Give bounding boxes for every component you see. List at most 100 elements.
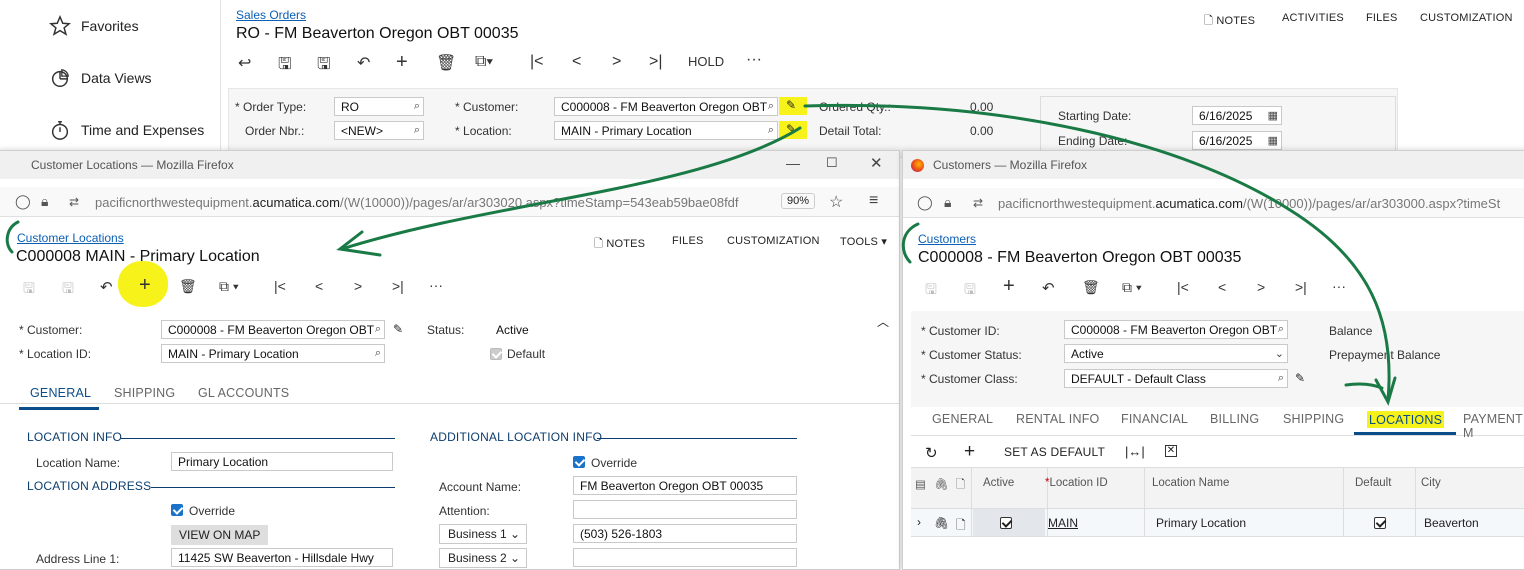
add-icon[interactable]: + (1003, 275, 1015, 298)
customer-class-field[interactable]: DEFAULT - Default Class ⌕ (1064, 369, 1288, 388)
tab-shipping[interactable]: SHIPPING (1283, 412, 1344, 426)
view-on-map-button[interactable]: VIEW ON MAP (171, 525, 269, 545)
location-id-field[interactable]: MAIN - Primary Location ⌕ (161, 344, 385, 363)
bookmark-star-icon[interactable]: ☆ (829, 192, 843, 212)
first-icon[interactable]: |< (274, 278, 286, 294)
attachment-icon[interactable]: 🖇 (934, 516, 949, 530)
prev-icon[interactable]: < (315, 278, 323, 294)
save-icon[interactable]: 🖫 (62, 278, 74, 302)
export-excel-icon[interactable]: ✕ (1165, 445, 1177, 457)
save-icon[interactable]: 🖫 (317, 53, 331, 80)
last-icon[interactable]: >| (649, 53, 663, 71)
save-close-icon[interactable]: 🖫 (925, 279, 937, 303)
notes-link[interactable]: 🗋 NOTES (1204, 12, 1255, 31)
tab-locations[interactable]: LOCATIONS (1369, 413, 1442, 427)
business2-select[interactable]: Business 2 ⌄ (439, 548, 527, 568)
nav-data-views[interactable]: Data Views (49, 67, 152, 89)
breadcrumb-sales-orders[interactable]: Sales Orders (236, 8, 306, 22)
close-icon[interactable]: ✕ (870, 154, 883, 172)
activities-link[interactable]: ACTIVITIES (1282, 12, 1344, 24)
col-default[interactable]: Default (1355, 477, 1391, 489)
zoom-badge[interactable]: 90% (781, 193, 816, 209)
customer-id-field[interactable]: C000008 - FM Beaverton Oregon OBT ⌕ (1064, 320, 1288, 339)
ending-date-field[interactable]: 6/16/2025 ▦ (1192, 131, 1282, 150)
location-name-field[interactable]: Primary Location (171, 452, 393, 471)
note-icon[interactable]: 🗋 (956, 516, 966, 537)
hold-button[interactable]: HOLD (688, 54, 724, 69)
address-override-checkbox[interactable] (171, 504, 183, 516)
expand-row-icon[interactable]: › (917, 515, 921, 529)
undo-icon[interactable]: ↶ (1042, 279, 1055, 297)
minimize-icon[interactable]: — (786, 155, 800, 171)
copy-paste-icon[interactable]: ⧉ ▾ (219, 278, 239, 295)
prev-icon[interactable]: < (572, 53, 581, 71)
customer-field[interactable]: C000008 - FM Beaverton Oregon OBT ⌕ (161, 320, 385, 339)
account-name-field[interactable]: FM Beaverton Oregon OBT 00035 (573, 476, 797, 495)
customization-link[interactable]: CUSTOMIZATION (727, 235, 820, 247)
collapse-icon[interactable]: ︿ (877, 313, 889, 330)
tab-gl-accounts[interactable]: GL ACCOUNTS (198, 386, 289, 400)
address-line1-field[interactable]: 11425 SW Beaverton - Hillsdale Hwy (171, 548, 393, 567)
files-link[interactable]: FILES (672, 235, 704, 247)
back-icon[interactable]: ↩ (238, 53, 251, 73)
notes-link[interactable]: 🗋 NOTES (594, 235, 645, 254)
tab-financial[interactable]: FINANCIAL (1121, 412, 1188, 426)
breadcrumb-customer-locations[interactable]: Customer Locations (17, 231, 124, 245)
tab-general[interactable]: GENERAL (932, 412, 993, 426)
customization-link[interactable]: CUSTOMIZATION (1420, 12, 1513, 24)
prev-icon[interactable]: < (1218, 279, 1226, 295)
save-close-icon[interactable]: 🖫 (23, 278, 35, 302)
last-icon[interactable]: >| (392, 278, 404, 294)
order-type-field[interactable]: RO ⌕ (334, 97, 424, 116)
last-icon[interactable]: >| (1295, 279, 1307, 295)
delete-icon[interactable]: 🗑 (1082, 279, 1100, 296)
files-link[interactable]: FILES (1366, 12, 1398, 24)
tab-shipping[interactable]: SHIPPING (114, 386, 175, 400)
first-icon[interactable]: |< (530, 53, 544, 71)
phone2-field[interactable] (573, 548, 797, 567)
edit-location-icon[interactable]: ✎ (786, 122, 796, 136)
edit-customer-icon[interactable]: ✎ (786, 98, 796, 112)
tab-billing[interactable]: BILLING (1210, 412, 1259, 426)
delete-icon[interactable]: 🗑 (436, 53, 456, 73)
undo-icon[interactable]: ↶ (357, 53, 370, 73)
copy-paste-icon[interactable]: ⧉ ▾ (1122, 279, 1142, 296)
tools-link[interactable]: TOOLS ▾ (840, 235, 887, 248)
fit-columns-icon[interactable]: |↔| (1125, 444, 1145, 459)
attention-field[interactable] (573, 500, 797, 519)
edit-class-icon[interactable]: ✎ (1295, 371, 1305, 385)
location-field[interactable]: MAIN - Primary Location ⌕ (554, 121, 778, 140)
copy-paste-icon[interactable]: ⧉▾ (475, 53, 493, 71)
col-location-id[interactable]: *Location ID (1045, 477, 1108, 489)
phone1-field[interactable]: (503) 526-1803 (573, 524, 797, 543)
maximize-icon[interactable]: ☐ (826, 155, 838, 171)
order-nbr-field[interactable]: <NEW> ⌕ (334, 121, 424, 140)
save-close-icon[interactable]: 🖫 (278, 53, 292, 80)
tab-general[interactable]: GENERAL (30, 386, 91, 400)
active-checkbox[interactable] (1000, 517, 1012, 529)
default-checkbox[interactable] (490, 348, 502, 360)
col-city[interactable]: City (1421, 477, 1441, 489)
starting-date-field[interactable]: 6/16/2025 ▦ (1192, 106, 1282, 125)
edit-customer-icon[interactable]: ✎ (393, 322, 403, 336)
refresh-icon[interactable]: ↻ (925, 444, 938, 462)
url-text[interactable]: pacificnorthwestequipment.acumatica.com/… (95, 195, 775, 210)
location-id-link[interactable]: MAIN (1048, 516, 1078, 530)
col-location-name[interactable]: Location Name (1152, 477, 1229, 489)
add-icon[interactable]: + (396, 51, 408, 74)
tab-payment-methods[interactable]: PAYMENT M (1463, 412, 1524, 440)
more-icon[interactable]: ··· (429, 277, 443, 293)
more-icon[interactable]: ··· (1332, 278, 1346, 294)
default-checkbox[interactable] (1374, 517, 1386, 529)
set-as-default-button[interactable]: SET AS DEFAULT (1004, 445, 1105, 459)
business1-select[interactable]: Business 1 ⌄ (439, 524, 527, 544)
nav-favorites[interactable]: Favorites (49, 15, 139, 37)
next-icon[interactable]: > (1257, 279, 1265, 295)
breadcrumb-customers[interactable]: Customers (918, 232, 976, 246)
customer-status-select[interactable]: Active ⌄ (1064, 344, 1288, 363)
menu-icon[interactable]: ≡ (869, 192, 878, 210)
next-icon[interactable]: > (354, 278, 362, 294)
next-icon[interactable]: > (612, 53, 621, 71)
url-text[interactable]: pacificnorthwestequipment.acumatica.com/… (998, 196, 1524, 211)
col-active[interactable]: Active (983, 477, 1014, 489)
